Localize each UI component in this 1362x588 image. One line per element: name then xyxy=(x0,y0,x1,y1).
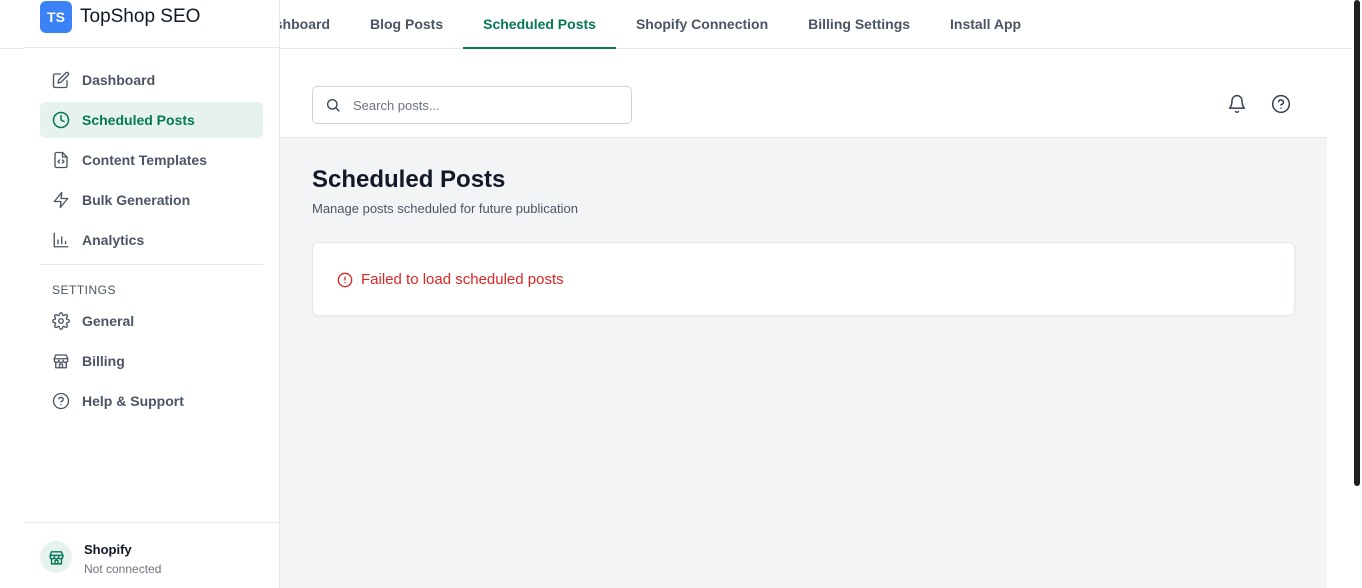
divider xyxy=(24,47,279,48)
tab-label: Shopify Connection xyxy=(635,16,769,32)
tab-scheduled-posts[interactable]: Scheduled Posts xyxy=(463,0,616,49)
main-content: Scheduled Posts Manage posts scheduled f… xyxy=(280,138,1327,588)
sidebar-item-help-support[interactable]: Help & Support xyxy=(40,383,263,419)
clock-icon xyxy=(52,111,70,129)
search-box xyxy=(312,86,632,124)
tab-list: Dashboard Blog Posts Scheduled Posts Sho… xyxy=(280,0,1041,49)
logo: TS xyxy=(40,1,72,33)
sidebar-item-label: General xyxy=(82,313,135,329)
gear-icon xyxy=(52,312,70,330)
sidebar-item-content-templates[interactable]: Content Templates xyxy=(40,142,263,178)
brand-name: TopShop SEO xyxy=(80,6,201,27)
bar-chart-icon xyxy=(52,231,70,249)
sidebar-item-label: Billing xyxy=(82,353,125,369)
sidebar-item-label: Scheduled Posts xyxy=(82,112,195,128)
help-circle-icon xyxy=(52,392,70,410)
sidebar-item-general[interactable]: General xyxy=(40,303,263,339)
sidebar-item-label: Analytics xyxy=(82,232,145,248)
sidebar-item-bulk-generation[interactable]: Bulk Generation xyxy=(40,182,263,218)
sidebar-item-billing[interactable]: Billing xyxy=(40,343,263,379)
shop-status: Not connected xyxy=(84,562,162,576)
tab-install-app[interactable]: Install App xyxy=(930,0,1041,48)
sidebar-item-scheduled-posts[interactable]: Scheduled Posts xyxy=(40,102,263,138)
page-title: Scheduled Posts xyxy=(312,166,506,193)
edit-icon xyxy=(52,71,70,89)
sidebar-item-label: Content Templates xyxy=(82,152,207,168)
sidebar-item-label: Help & Support xyxy=(82,393,184,409)
bell-icon xyxy=(1227,94,1247,114)
error-text: Failed to load scheduled posts xyxy=(361,271,564,288)
sidebar-item-analytics[interactable]: Analytics xyxy=(40,222,263,258)
help-circle-icon xyxy=(1271,94,1291,114)
sidebar-item-label: Bulk Generation xyxy=(82,192,191,208)
store-icon xyxy=(40,541,72,573)
divider xyxy=(40,264,263,265)
tab-label: Blog Posts xyxy=(370,16,444,32)
page-subtitle: Manage posts scheduled for future public… xyxy=(312,201,578,216)
error-message: Failed to load scheduled posts xyxy=(337,271,564,288)
store-icon xyxy=(52,352,70,370)
brand[interactable]: TS TopShop SEO xyxy=(40,0,200,34)
tab-dashboard[interactable]: Dashboard xyxy=(280,0,350,48)
search-input[interactable] xyxy=(353,97,613,113)
scrollbar-thumb[interactable] xyxy=(1354,0,1360,486)
tab-shopify-connection[interactable]: Shopify Connection xyxy=(616,0,788,48)
shopify-connection-status[interactable]: Shopify Not connected xyxy=(24,522,279,588)
search-icon xyxy=(325,97,341,113)
tab-label: Scheduled Posts xyxy=(483,16,596,32)
sidebar-nav: Dashboard Scheduled Posts Content Templa… xyxy=(40,62,263,262)
shop-name: Shopify xyxy=(84,542,132,557)
help-button[interactable] xyxy=(1270,93,1292,115)
sidebar-item-dashboard[interactable]: Dashboard xyxy=(40,62,263,98)
sidebar-item-label: Dashboard xyxy=(82,72,156,88)
settings-section-label: SETTINGS xyxy=(52,283,117,297)
tab-label: Billing Settings xyxy=(808,16,911,32)
file-code-icon xyxy=(52,151,70,169)
alert-circle-icon xyxy=(337,272,353,287)
tab-label: Install App xyxy=(950,16,1022,32)
sidebar: TS TopShop SEO Dashboard Scheduled Posts… xyxy=(24,0,280,588)
tab-blog-posts[interactable]: Blog Posts xyxy=(350,0,463,48)
tab-label: Dashboard xyxy=(280,16,330,32)
lightning-icon xyxy=(52,191,70,209)
tab-billing-settings[interactable]: Billing Settings xyxy=(788,0,930,48)
page-header xyxy=(280,49,1327,138)
settings-nav: General Billing Help & Support xyxy=(40,303,263,423)
notifications-button[interactable] xyxy=(1226,93,1248,115)
error-card: Failed to load scheduled posts xyxy=(312,242,1295,316)
